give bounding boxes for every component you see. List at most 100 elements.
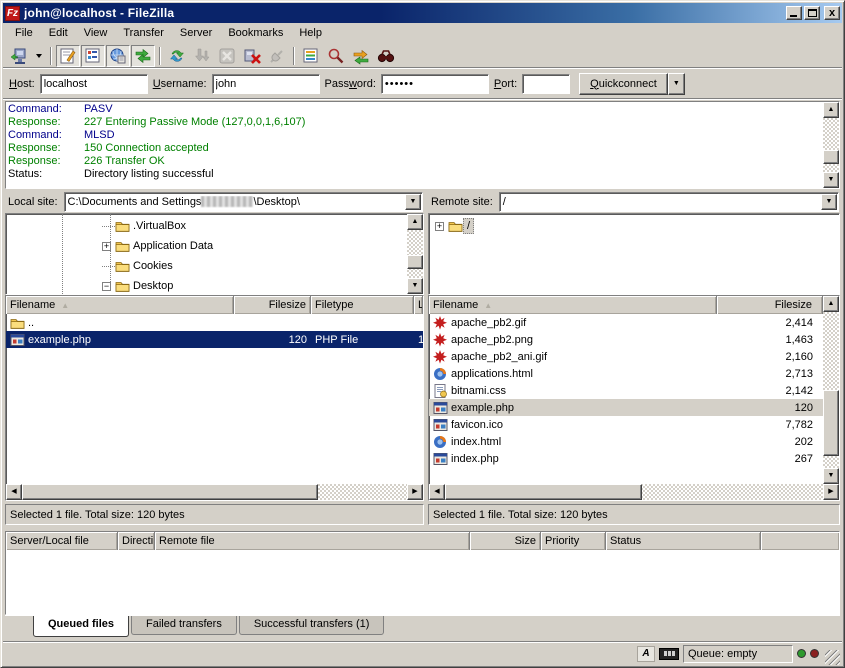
tree-item[interactable]: + Application Data xyxy=(6,236,407,256)
scroll-down-button[interactable]: ▼ xyxy=(407,278,423,294)
scroll-up-button[interactable]: ▲ xyxy=(823,102,839,118)
tree-item[interactable]: − Desktop xyxy=(6,276,407,294)
toolbar-button[interactable] xyxy=(299,45,323,67)
title-bar[interactable]: Fz john@localhost - FileZilla x xyxy=(3,3,842,23)
local-tree-scrollbar[interactable]: ▲ ▼ xyxy=(407,214,423,294)
toolbar-button[interactable] xyxy=(56,45,80,67)
queue-tab[interactable]: Failed transfers xyxy=(131,616,237,635)
toolbar-button[interactable] xyxy=(374,45,398,67)
file-row[interactable]: index.html 202 xyxy=(429,433,823,450)
host-input[interactable] xyxy=(40,74,148,94)
menu-item[interactable]: Server xyxy=(172,25,220,42)
scroll-thumb[interactable] xyxy=(823,150,839,164)
queue-tab[interactable]: Queued files xyxy=(33,616,129,637)
column-header-filesize[interactable]: Filesize xyxy=(234,296,311,314)
remote-path-combobox[interactable]: / ▼ xyxy=(499,192,839,212)
scroll-thumb[interactable] xyxy=(22,484,318,500)
toolbar-button[interactable] xyxy=(324,45,348,67)
column-header-priority[interactable]: Priority xyxy=(541,532,606,550)
local-horizontal-scrollbar[interactable]: ◀ ▶ xyxy=(6,484,423,500)
quickconnect-button[interactable]: Quickconnect xyxy=(579,73,668,95)
scroll-track[interactable] xyxy=(22,484,407,500)
ascii-transfer-indicator-icon[interactable]: A xyxy=(637,646,655,662)
scroll-right-button[interactable]: ▶ xyxy=(823,484,839,500)
scroll-up-button[interactable]: ▲ xyxy=(823,296,839,312)
toolbar-button[interactable] xyxy=(349,45,373,67)
file-row[interactable]: applications.html 2,713 xyxy=(429,365,823,382)
file-row[interactable]: bitnami.css 2,142 xyxy=(429,382,823,399)
toolbar-button[interactable] xyxy=(131,45,155,67)
file-row[interactable]: apache_pb2.png 1,463 xyxy=(429,331,823,348)
file-row[interactable]: .. xyxy=(6,314,423,331)
file-row[interactable]: example.php 120 PHP File 1 xyxy=(6,331,423,348)
scroll-thumb[interactable] xyxy=(445,484,642,500)
tree-item-label[interactable]: Cookies xyxy=(130,259,176,273)
tree-expander-icon[interactable]: + xyxy=(102,242,111,251)
tree-item[interactable]: + / xyxy=(429,216,839,236)
toolbar-button[interactable] xyxy=(106,45,130,67)
queue-body[interactable] xyxy=(6,550,839,614)
tree-item-label[interactable]: Desktop xyxy=(130,279,176,293)
message-log-scrollbar[interactable]: ▲ ▼ xyxy=(823,102,839,188)
tree-expander-icon[interactable]: − xyxy=(102,282,111,291)
column-header-lastmodified[interactable]: L xyxy=(414,296,423,314)
local-path-dropdown-icon[interactable]: ▼ xyxy=(405,194,421,210)
toolbar-button[interactable] xyxy=(165,45,189,67)
column-header-size[interactable]: Size xyxy=(470,532,541,550)
port-input[interactable] xyxy=(522,74,570,94)
scroll-down-button[interactable]: ▼ xyxy=(823,172,839,188)
scroll-right-button[interactable]: ▶ xyxy=(407,484,423,500)
scroll-left-button[interactable]: ◀ xyxy=(429,484,445,500)
tree-item-label[interactable]: Application Data xyxy=(130,239,216,253)
menu-item[interactable]: Edit xyxy=(41,25,76,42)
scroll-track[interactable] xyxy=(823,312,839,468)
username-input[interactable] xyxy=(212,74,320,94)
menu-item[interactable]: Transfer xyxy=(115,25,172,42)
tree-expander-icon[interactable]: + xyxy=(435,222,444,231)
scroll-track[interactable] xyxy=(823,118,839,172)
menu-item[interactable]: Help xyxy=(291,25,330,42)
minimize-button[interactable] xyxy=(786,6,802,20)
scroll-track[interactable] xyxy=(407,230,423,278)
column-header-filename[interactable]: Filename▲ xyxy=(429,296,717,314)
quickconnect-dropdown-button[interactable]: ▼ xyxy=(668,73,685,95)
toolbar-button[interactable] xyxy=(7,45,31,67)
toolbar-button[interactable] xyxy=(265,45,289,67)
toolbar-button[interactable] xyxy=(190,45,214,67)
scroll-thumb[interactable] xyxy=(823,390,839,456)
maximize-button[interactable] xyxy=(804,6,820,20)
file-row[interactable]: favicon.ico 7,782 xyxy=(429,416,823,433)
local-path-combobox[interactable]: C:\Documents and Settings\Desktop\ ▼ xyxy=(64,192,423,212)
column-header-filesize[interactable]: Filesize xyxy=(717,296,823,314)
file-row[interactable]: example.php 120 xyxy=(429,399,823,416)
scroll-thumb[interactable] xyxy=(407,255,423,269)
tree-item-label[interactable]: .VirtualBox xyxy=(130,219,189,233)
password-input[interactable] xyxy=(381,74,489,94)
menu-item[interactable]: Bookmarks xyxy=(220,25,291,42)
column-header-filename[interactable]: Filename▲ xyxy=(6,296,234,314)
remote-list-scrollbar[interactable]: ▲ ▼ xyxy=(823,296,839,484)
column-header-remote-file[interactable]: Remote file xyxy=(155,532,470,550)
toolbar-button[interactable] xyxy=(215,45,239,67)
remote-path-dropdown-icon[interactable]: ▼ xyxy=(821,194,837,210)
tree-item-label[interactable]: / xyxy=(463,218,474,234)
toolbar-button[interactable] xyxy=(240,45,264,67)
column-header-filetype[interactable]: Filetype xyxy=(311,296,414,314)
menu-item[interactable]: File xyxy=(7,25,41,42)
column-header-status[interactable]: Status xyxy=(606,532,761,550)
scroll-track[interactable] xyxy=(445,484,823,500)
menu-item[interactable]: View xyxy=(76,25,116,42)
close-button[interactable]: x xyxy=(824,6,840,20)
tree-item[interactable]: .VirtualBox xyxy=(6,216,407,236)
remote-horizontal-scrollbar[interactable]: ◀ ▶ xyxy=(429,484,839,500)
tree-item[interactable]: Cookies xyxy=(6,256,407,276)
scroll-left-button[interactable]: ◀ xyxy=(6,484,22,500)
scroll-up-button[interactable]: ▲ xyxy=(407,214,423,230)
file-row[interactable]: apache_pb2_ani.gif 2,160 xyxy=(429,348,823,365)
toolbar-button[interactable] xyxy=(32,45,46,67)
speed-limit-indicator-icon[interactable] xyxy=(659,648,679,660)
resize-grip[interactable] xyxy=(825,650,840,665)
toolbar-button[interactable] xyxy=(81,45,105,67)
file-row[interactable]: index.php 267 xyxy=(429,450,823,467)
file-row[interactable]: apache_pb2.gif 2,414 xyxy=(429,314,823,331)
